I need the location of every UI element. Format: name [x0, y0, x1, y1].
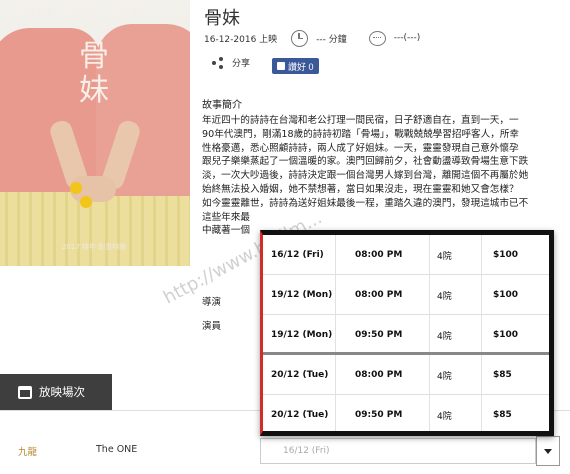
poster-title: 骨 妹 [79, 39, 109, 108]
synopsis-text: 年近四十的詩詩在台灣和老公打理一間民宿，日子舒適自在，直到一天，一 90年代澳門… [202, 114, 570, 238]
option-date: 20/12 (Tue) [271, 370, 329, 380]
option-price: $85 [493, 410, 512, 420]
synopsis-line: 始終無法投入婚姻，她不禁想著，當日如果沒走，現在靈靈和她又會怎樣？ [202, 183, 519, 195]
synopsis-line: 90年代澳門，剛滿18歲的詩詩初踏「骨場」，戰戰兢兢學習招呼客人，所幸 [202, 128, 520, 140]
thumbs-up-icon [277, 62, 285, 70]
option-house: 4院 [437, 411, 452, 422]
showtime-dropdown-list: 16/12 (Fri) 08:00 PM 4院 $100 19/12 (Mon)… [260, 230, 554, 436]
region-label: 九龍 [18, 447, 38, 458]
option-price: $85 [493, 370, 512, 380]
option-date: 19/12 (Mon) [271, 330, 333, 340]
option-date: 16/12 (Fri) [271, 250, 324, 260]
synopsis-line: 如今靈靈離世，詩詩為送好姐妹最後一程，重踏久違的澳門，發現這城市已不 [202, 197, 529, 209]
clock-icon [291, 29, 309, 47]
option-date: 20/12 (Tue) [271, 410, 329, 420]
calendar-icon [18, 385, 32, 399]
release-date: 16-12-2016 上映 [204, 34, 278, 45]
synopsis-line: 年近四十的詩詩在台灣和老公打理一間民宿，日子舒適自在，直到一天，一 [202, 115, 519, 126]
showtime-option[interactable]: 20/12 (Tue) 09:50 PM 4院 $85 [263, 395, 549, 431]
poster-cast: 龍滿瑛 柯鈺芳 張書雅 [28, 7, 147, 15]
synopsis-line: 這些年來最 [202, 211, 250, 223]
option-time: 09:50 PM [355, 330, 403, 340]
cinema-name: The ONE [96, 444, 138, 455]
fb-like-button[interactable]: 讚好 0 [272, 58, 319, 74]
comment-icon [368, 30, 386, 46]
option-house: 4院 [437, 251, 452, 262]
option-house: 4院 [437, 331, 452, 342]
share-label: 分享 [232, 59, 251, 69]
synopsis-heading: 故事簡介 [202, 100, 242, 111]
showtime-option[interactable]: 16/12 (Fri) 08:00 PM 4院 $100 [263, 235, 549, 275]
showtime-option[interactable]: 20/12 (Tue) 08:00 PM 4院 $85 [263, 355, 549, 395]
option-house: 4院 [437, 291, 452, 302]
synopsis-line: 跟兒子樂樂蒸起了一個溫暖的家。澳門回歸前夕，社會動盪導致骨場生意下跌 [202, 156, 529, 168]
showtime-option[interactable]: 19/12 (Mon) 08:00 PM 4院 $100 [263, 275, 549, 315]
option-time: 08:00 PM [355, 290, 403, 300]
option-time: 09:50 PM [355, 410, 403, 420]
fb-like-label: 讚好 0 [288, 61, 314, 72]
comment-count: ---(---) [393, 33, 421, 43]
movie-poster: 龍滿瑛 柯鈺芳 張書雅 骨 妹 2017 特年 創意特映 [0, 0, 190, 266]
option-price: $100 [493, 330, 519, 340]
duration: --- 分鐘 [316, 34, 347, 45]
synopsis-line: 淡，一次大吵過後，詩詩決定跟一個台灣男人嫁到台灣，離開這個不再屬於她 [202, 170, 529, 182]
option-time: 08:00 PM [355, 370, 403, 380]
showtime-option[interactable]: 19/12 (Mon) 09:50 PM 4院 $100 [263, 315, 549, 355]
option-price: $100 [493, 250, 519, 260]
option-house: 4院 [437, 371, 452, 382]
showings-tab-label: 放映場次 [39, 385, 85, 399]
actor-label: 演員 [202, 321, 222, 332]
option-date: 19/12 (Mon) [271, 290, 333, 300]
showtime-selected-value: 16/12 (Fri) [283, 446, 330, 456]
option-price: $100 [493, 290, 519, 300]
poster-footer: 2017 特年 創意特映 [62, 243, 127, 251]
synopsis-line: 性格豪邁，悉心照顧詩詩，兩人成了好姐妹。一天，靈靈發現自己意外懷孕 [202, 142, 519, 154]
director-label: 導演 [202, 297, 222, 308]
showtime-select[interactable]: 16/12 (Fri) [260, 438, 536, 464]
option-time: 08:00 PM [355, 250, 403, 260]
share-icon [212, 56, 224, 69]
showings-tab[interactable]: 放映場次 [0, 374, 112, 410]
chevron-down-icon[interactable] [536, 436, 560, 466]
share-button[interactable]: 分享 [212, 56, 250, 69]
movie-meta: 16-12-2016 上映 --- 分鐘 ---(---) [204, 26, 420, 50]
